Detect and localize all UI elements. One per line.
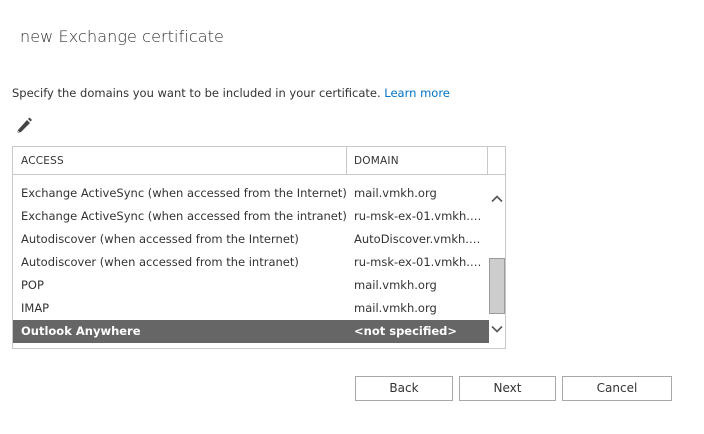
chevron-up-icon (491, 195, 503, 203)
column-header-access[interactable]: ACCESS (21, 155, 64, 167)
access-cell: Autodiscover (when accessed from the int… (21, 255, 299, 269)
scroll-thumb[interactable] (489, 258, 505, 314)
chevron-down-icon (491, 325, 503, 333)
domain-cell: mail.vmkh.org (354, 186, 437, 200)
table-row[interactable]: Autodiscover (when accessed from the int… (13, 251, 489, 274)
column-divider (487, 147, 488, 175)
table-row[interactable]: Autodiscover (when accessed from the Int… (13, 228, 489, 251)
instruction-label: Specify the domains you want to be inclu… (12, 86, 381, 100)
column-divider (346, 147, 347, 175)
grid-rows: Exchange ActiveSync (when accessed from … (13, 182, 489, 343)
column-header-domain[interactable]: DOMAIN (354, 155, 399, 167)
table-row[interactable]: Exchange ActiveSync (when accessed from … (13, 182, 489, 205)
cancel-button[interactable]: Cancel (562, 376, 672, 401)
access-cell: IMAP (21, 301, 50, 315)
table-row-selected[interactable]: Outlook Anywhere <not specified> (13, 320, 489, 343)
table-row[interactable]: IMAP mail.vmkh.org (13, 297, 489, 320)
next-button[interactable]: Next (459, 376, 556, 401)
scroll-down-button[interactable] (491, 320, 503, 333)
domains-grid: ACCESS DOMAIN Exchange ActiveSync (when … (12, 146, 506, 349)
learn-more-link[interactable]: Learn more (384, 86, 450, 100)
access-cell: Autodiscover (when accessed from the Int… (21, 232, 299, 246)
instruction-text: Specify the domains you want to be inclu… (12, 86, 450, 100)
table-row[interactable]: POP mail.vmkh.org (13, 274, 489, 297)
vertical-scrollbar[interactable] (489, 176, 505, 348)
scroll-up-button[interactable] (491, 190, 503, 203)
back-button[interactable]: Back (355, 376, 453, 401)
grid-header: ACCESS DOMAIN (13, 147, 505, 175)
pencil-icon (16, 117, 32, 134)
access-cell: Outlook Anywhere (21, 324, 141, 338)
domain-cell: <not specified> (354, 324, 458, 338)
table-row[interactable]: Exchange ActiveSync (when accessed from … (13, 205, 489, 228)
dialog-title: new Exchange certificate (20, 27, 225, 46)
domain-cell: mail.vmkh.org (354, 301, 437, 315)
access-cell: Exchange ActiveSync (when accessed from … (21, 186, 347, 200)
domain-cell: AutoDiscover.vmkh.or... (354, 232, 484, 246)
domain-cell: ru-msk-ex-01.vmkh.org (354, 209, 484, 223)
access-cell: Exchange ActiveSync (when accessed from … (21, 209, 347, 223)
edit-button[interactable] (13, 116, 33, 134)
domain-cell: ru-msk-ex-01.vmkh.org (354, 255, 484, 269)
access-cell: POP (21, 278, 44, 292)
domain-cell: mail.vmkh.org (354, 278, 437, 292)
